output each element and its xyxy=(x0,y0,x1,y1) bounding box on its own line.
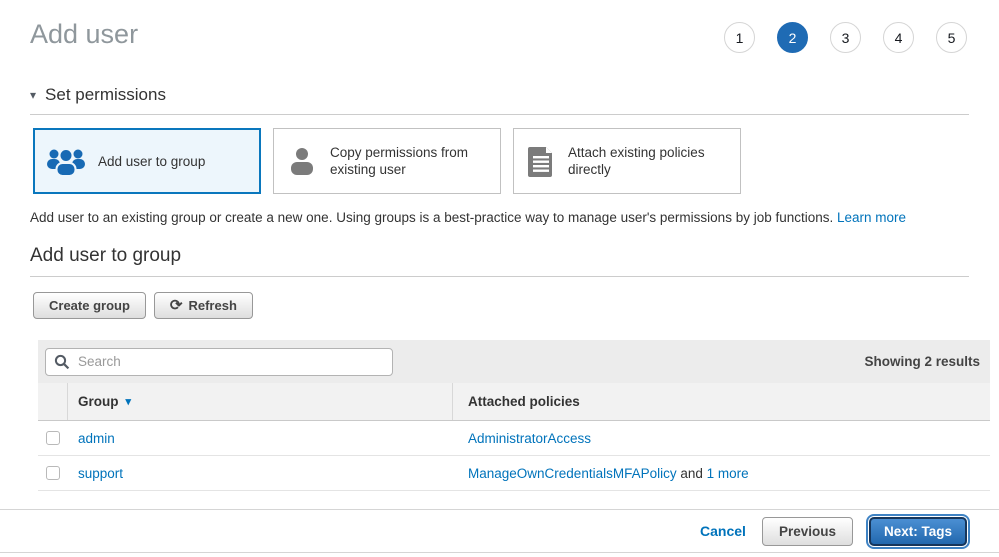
group-icon xyxy=(46,146,86,176)
learn-more-link[interactable]: Learn more xyxy=(837,210,906,225)
search-icon xyxy=(54,354,70,370)
user-icon xyxy=(286,145,318,177)
column-header-policies: Attached policies xyxy=(452,383,990,420)
results-count: Showing 2 results xyxy=(864,354,980,369)
group-link[interactable]: admin xyxy=(78,431,115,446)
step-4[interactable]: 4 xyxy=(883,22,914,53)
card-label: Copy permissions from existing user xyxy=(330,144,488,178)
policy-link[interactable]: AdministratorAccess xyxy=(468,431,591,446)
groups-table: Showing 2 results Group ▾ Attached polic… xyxy=(38,340,990,491)
group-actions: Create group ⟳ Refresh xyxy=(33,292,969,319)
permissions-description: Add user to an existing group or create … xyxy=(30,210,969,225)
sort-descending-icon: ▾ xyxy=(126,395,132,408)
document-icon xyxy=(526,145,556,177)
more-policies-link[interactable]: 1 more xyxy=(707,466,749,481)
table-row: support ManageOwnCredentialsMFAPolicy an… xyxy=(38,456,990,491)
row-checkbox[interactable] xyxy=(46,431,60,445)
add-user-to-group-heading: Add user to group xyxy=(30,245,969,277)
policies-and-text: and xyxy=(677,466,707,481)
card-attach-policies[interactable]: Attach existing policies directly xyxy=(513,128,741,194)
refresh-button[interactable]: ⟳ Refresh xyxy=(154,292,253,319)
policy-link[interactable]: ManageOwnCredentialsMFAPolicy xyxy=(468,466,677,481)
card-copy-permissions[interactable]: Copy permissions from existing user xyxy=(273,128,501,194)
card-label: Add user to group xyxy=(98,153,205,170)
policies-column-label: Attached policies xyxy=(468,394,580,409)
search-box xyxy=(45,348,393,376)
row-checkbox[interactable] xyxy=(46,466,60,480)
card-label: Attach existing policies directly xyxy=(568,144,728,178)
column-header-group[interactable]: Group ▾ xyxy=(68,383,453,420)
chevron-down-icon: ▾ xyxy=(30,88,36,102)
permission-option-cards: Add user to group Copy permissions from … xyxy=(33,128,969,194)
table-header-row: Group ▾ Attached policies xyxy=(38,383,990,421)
step-2-active[interactable]: 2 xyxy=(777,22,808,53)
wizard-steps: 1 2 3 4 5 xyxy=(724,22,967,53)
step-1[interactable]: 1 xyxy=(724,22,755,53)
next-tags-button[interactable]: Next: Tags xyxy=(869,517,967,546)
table-row: admin AdministratorAccess xyxy=(38,421,990,456)
description-text: Add user to an existing group or create … xyxy=(30,210,833,225)
set-permissions-header[interactable]: ▾ Set permissions xyxy=(30,85,969,115)
table-toolbar: Showing 2 results xyxy=(38,340,990,383)
set-permissions-title: Set permissions xyxy=(45,85,166,105)
group-link[interactable]: support xyxy=(78,466,123,481)
search-input[interactable] xyxy=(76,353,384,370)
page-title: Add user xyxy=(30,16,138,52)
group-column-label: Group xyxy=(78,394,119,409)
step-5[interactable]: 5 xyxy=(936,22,967,53)
previous-button[interactable]: Previous xyxy=(762,517,853,546)
create-group-button[interactable]: Create group xyxy=(33,292,146,319)
card-add-user-to-group[interactable]: Add user to group xyxy=(33,128,261,194)
wizard-footer: Cancel Previous Next: Tags xyxy=(0,509,999,553)
refresh-icon: ⟳ xyxy=(170,298,183,313)
page-header: Add user 1 2 3 4 5 xyxy=(0,0,999,53)
cancel-button[interactable]: Cancel xyxy=(700,523,746,539)
step-3[interactable]: 3 xyxy=(830,22,861,53)
refresh-label: Refresh xyxy=(188,298,236,313)
header-checkbox-cell xyxy=(38,383,68,420)
